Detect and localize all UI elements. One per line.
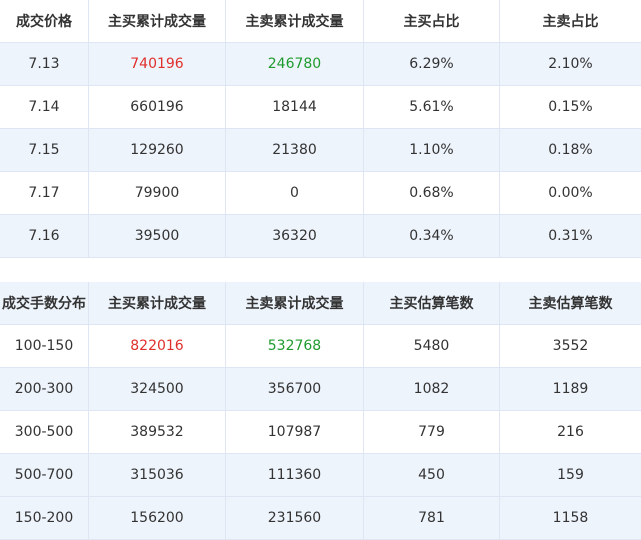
header-sell-count: 主卖估算笔数 (528, 296, 613, 312)
buy-volume-cell: 39500 (89, 215, 226, 257)
sell-volume-cell: 21380 (226, 129, 364, 171)
table-row: 200-300 324500 356700 1082 1189 (0, 368, 641, 411)
buy-volume-cell: 740196 (89, 43, 226, 85)
sell-volume-cell: 532768 (226, 325, 364, 367)
table-row: 100-150 822016 532768 5480 3552 (0, 325, 641, 368)
sell-volume-cell: 36320 (226, 215, 364, 257)
table-header-row: 成交价格 主买累计成交量 主卖累计成交量 主买占比 主卖占比 (0, 0, 641, 43)
table-row: 7.17 79900 0 0.68% 0.00% (0, 172, 641, 215)
buy-volume-cell: 129260 (89, 129, 226, 171)
header-buy-volume: 主买累计成交量 (89, 0, 226, 42)
header-sell-ratio: 主卖占比 (542, 14, 599, 30)
sell-count-cell: 1189 (552, 381, 589, 397)
sell-volume-cell: 246780 (226, 43, 364, 85)
sell-count-cell: 3552 (552, 338, 589, 354)
buy-ratio-cell: 1.10% (364, 129, 500, 171)
lot-range-cell: 100-150 (0, 325, 89, 367)
table-spacer (0, 262, 641, 282)
buy-count-cell: 450 (364, 454, 500, 496)
table-row: 150-200 156200 231560 781 1158 (0, 497, 641, 540)
sell-count-cell: 216 (557, 424, 584, 440)
price-cell: 7.17 (0, 172, 89, 214)
price-cell: 7.15 (0, 129, 89, 171)
buy-volume-cell: 315036 (89, 454, 226, 496)
table-row: 7.15 129260 21380 1.10% 0.18% (0, 129, 641, 172)
price-distribution-table: 成交价格 主买累计成交量 主卖累计成交量 主买占比 主卖占比 7.13 7401… (0, 0, 641, 258)
sell-ratio-cell: 0.18% (548, 142, 593, 158)
sell-ratio-cell: 2.10% (548, 56, 593, 72)
buy-count-cell: 779 (364, 411, 500, 453)
sell-count-cell: 159 (557, 467, 584, 483)
lot-range-cell: 150-200 (0, 497, 89, 539)
price-cell: 7.13 (0, 43, 89, 85)
table-row: 7.16 39500 36320 0.34% 0.31% (0, 215, 641, 258)
buy-count-cell: 781 (364, 497, 500, 539)
sell-volume-cell: 231560 (226, 497, 364, 539)
lot-range-cell: 300-500 (0, 411, 89, 453)
sell-ratio-cell: 0.15% (548, 99, 593, 115)
sell-volume-cell: 18144 (226, 86, 364, 128)
sell-volume-cell: 107987 (226, 411, 364, 453)
header-lot-range: 成交手数分布 (0, 282, 89, 324)
buy-volume-cell: 389532 (89, 411, 226, 453)
sell-ratio-cell: 0.00% (548, 185, 593, 201)
header-sell-volume: 主卖累计成交量 (226, 0, 364, 42)
header-buy-ratio: 主买占比 (364, 0, 500, 42)
table-row: 7.14 660196 18144 5.61% 0.15% (0, 86, 641, 129)
sell-ratio-cell: 0.31% (548, 228, 593, 244)
header-price: 成交价格 (0, 0, 89, 42)
buy-count-cell: 5480 (364, 325, 500, 367)
buy-volume-cell: 324500 (89, 368, 226, 410)
buy-volume-cell: 822016 (89, 325, 226, 367)
buy-volume-cell: 660196 (89, 86, 226, 128)
price-cell: 7.16 (0, 215, 89, 257)
table-row: 300-500 389532 107987 779 216 (0, 411, 641, 454)
header-buy-count: 主买估算笔数 (364, 282, 500, 324)
sell-volume-cell: 0 (226, 172, 364, 214)
price-cell: 7.14 (0, 86, 89, 128)
table-row: 500-700 315036 111360 450 159 (0, 454, 641, 497)
sell-volume-cell: 111360 (226, 454, 364, 496)
table-header-row: 成交手数分布 主买累计成交量 主卖累计成交量 主买估算笔数 主卖估算笔数 (0, 282, 641, 325)
buy-ratio-cell: 5.61% (364, 86, 500, 128)
buy-ratio-cell: 6.29% (364, 43, 500, 85)
sell-volume-cell: 356700 (226, 368, 364, 410)
lot-range-cell: 200-300 (0, 368, 89, 410)
buy-volume-cell: 79900 (89, 172, 226, 214)
buy-count-cell: 1082 (364, 368, 500, 410)
table-row: 7.13 740196 246780 6.29% 2.10% (0, 43, 641, 86)
buy-ratio-cell: 0.68% (364, 172, 500, 214)
buy-volume-cell: 156200 (89, 497, 226, 539)
lot-range-cell: 500-700 (0, 454, 89, 496)
lot-size-distribution-table: 成交手数分布 主买累计成交量 主卖累计成交量 主买估算笔数 主卖估算笔数 100… (0, 282, 641, 540)
header-sell-volume: 主卖累计成交量 (226, 282, 364, 324)
buy-ratio-cell: 0.34% (364, 215, 500, 257)
header-buy-volume: 主买累计成交量 (89, 282, 226, 324)
sell-count-cell: 1158 (552, 510, 589, 526)
